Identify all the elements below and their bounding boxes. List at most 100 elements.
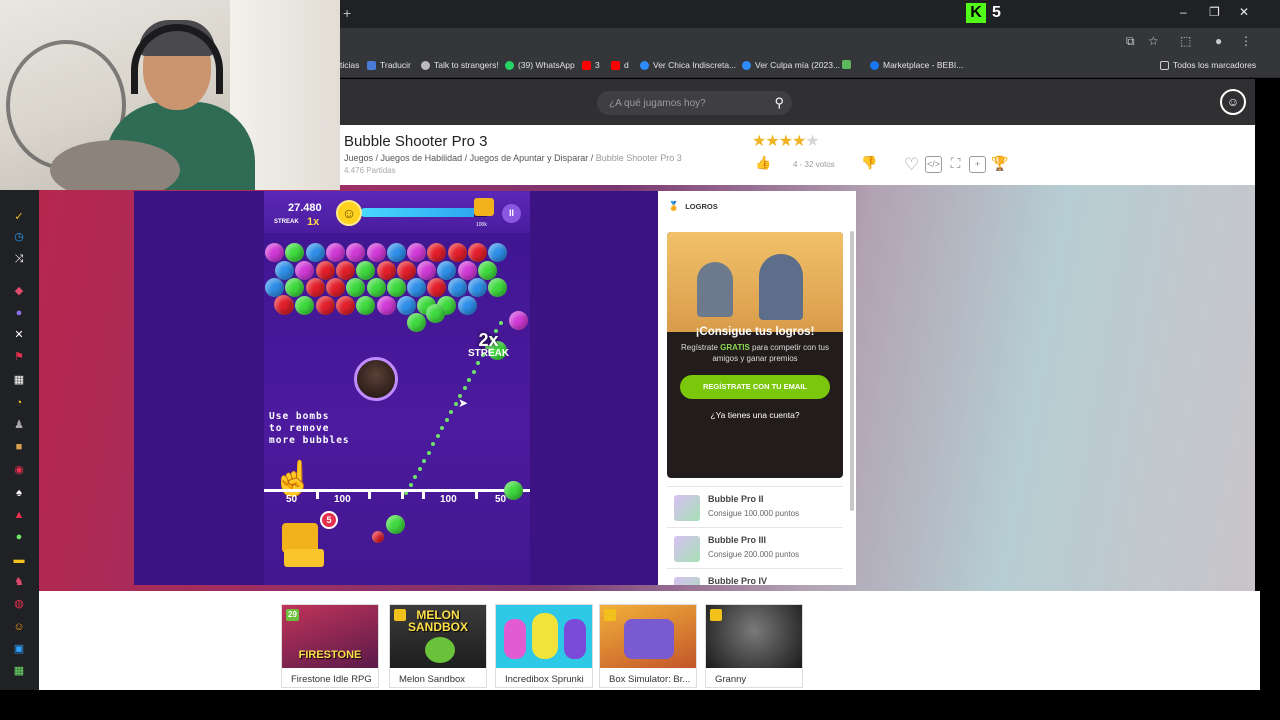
game-card[interactable]: FIRESTONE 29 Firestone Idle RPG — [281, 604, 379, 688]
user-account-icon[interactable]: ☺ — [1220, 89, 1246, 115]
rail-category-icon[interactable]: ◍ — [12, 597, 26, 611]
rail-category-icon[interactable]: ▦ — [12, 373, 26, 387]
new-tab-button[interactable]: + — [343, 5, 351, 21]
bubble — [386, 243, 406, 262]
bookmark-item[interactable] — [842, 60, 851, 69]
bookmark-item[interactable]: Talk to strangers! — [421, 60, 499, 70]
rail-category-icon[interactable]: ⚑ — [12, 350, 26, 364]
bookmark-item[interactable]: ticias — [340, 60, 359, 70]
favorite-heart-icon[interactable]: ♡ — [903, 156, 920, 173]
game-board[interactable]: 27.480 STREAK 1x ☺ 100k II 2x STREAK Use… — [264, 191, 530, 585]
add-to-list-icon[interactable]: + — [969, 156, 986, 173]
star-filled-icon[interactable]: ★ — [779, 133, 793, 150]
rail-check-icon[interactable]: ✓ — [12, 210, 26, 224]
game-card[interactable]: MELON SANDBOX Melon Sandbox — [389, 604, 487, 688]
game-card[interactable]: Granny — [705, 604, 803, 688]
bookmark-item[interactable]: Marketplace - BEBI... — [870, 60, 963, 70]
play-count: 4.476 Partidas — [344, 166, 396, 175]
bomb-powerup-button[interactable] — [276, 513, 324, 571]
all-bookmarks-folder[interactable]: Todos los marcadores — [1160, 60, 1256, 70]
rail-category-icon[interactable]: ☺ — [12, 620, 26, 634]
search-icon[interactable]: ⚲ — [774, 95, 784, 111]
edge-icon — [640, 60, 649, 70]
rail-category-icon[interactable]: ▦ — [12, 664, 26, 678]
thumbs-down-icon[interactable]: 👎 — [861, 155, 877, 171]
edge-icon — [742, 60, 751, 70]
breadcrumb-current: Bubble Shooter Pro 3 — [595, 153, 682, 163]
tutorial-tip: Use bombs to remove more bubbles — [269, 411, 350, 446]
bookmark-item[interactable]: d — [611, 60, 629, 70]
menu-icon[interactable]: ⋮ — [1240, 34, 1252, 48]
rail-category-icon[interactable]: ♞ — [12, 575, 26, 589]
game-card[interactable]: Box Simulator: Br... — [599, 604, 697, 688]
star-empty-icon[interactable]: ★ — [805, 133, 819, 150]
rail-category-icon[interactable]: ◔ — [12, 396, 26, 410]
profile-icon[interactable]: ● — [1215, 34, 1222, 48]
bubble — [366, 243, 386, 262]
star-filled-icon[interactable]: ★ — [752, 133, 766, 150]
embed-code-icon[interactable]: </> — [925, 156, 942, 173]
trophy-icon[interactable]: 🏆 — [991, 156, 1008, 173]
rail-category-icon[interactable]: ▬ — [12, 553, 26, 567]
star-filled-icon[interactable]: ★ — [765, 133, 779, 150]
login-link[interactable]: ¿Ya tienes una cuenta? — [667, 410, 843, 420]
gift-icon — [474, 198, 494, 216]
thumbs-up-icon[interactable]: 👍 — [755, 155, 771, 171]
achievement-item: Bubble Pro III Consigue 200.000 puntos — [667, 527, 843, 567]
bubble — [396, 295, 416, 315]
bubble — [426, 304, 445, 323]
bubble — [407, 278, 427, 297]
rail-category-icon[interactable]: ● — [12, 306, 26, 320]
minimize-button[interactable]: – — [1180, 5, 1187, 19]
game-card[interactable]: Incredibox Sprunki — [495, 604, 593, 688]
bubble — [407, 243, 427, 262]
bookmark-item[interactable]: 3 — [582, 60, 600, 70]
achievements-scrollbar[interactable] — [850, 231, 854, 511]
bubble — [417, 260, 437, 280]
mouse-cursor-icon: ➤ — [458, 396, 469, 410]
bubble — [275, 260, 294, 280]
bubble — [346, 243, 366, 262]
rail-category-icon[interactable]: ◉ — [12, 463, 26, 477]
achievements-header: 🏅 LOGROS — [668, 201, 718, 211]
pause-button[interactable]: II — [502, 204, 521, 223]
line-tick — [475, 489, 478, 499]
maximize-button[interactable]: ❐ — [1209, 5, 1220, 19]
star-filled-icon[interactable]: ★ — [792, 133, 806, 150]
rail-category-icon[interactable]: ■ — [12, 440, 26, 454]
related-games: FIRESTONE 29 Firestone Idle RPG MELON SA… — [39, 591, 1260, 690]
bookmark-item[interactable]: Ver Culpa mía (2023... — [742, 60, 840, 70]
star-rating[interactable]: ★★★★★ — [752, 131, 820, 151]
close-window-button[interactable]: ✕ — [1239, 5, 1249, 19]
viewer-count: 5 — [992, 4, 1001, 21]
rail-category-icon[interactable]: ● — [12, 530, 26, 544]
rail-shuffle-icon[interactable]: ⤨ — [12, 252, 26, 266]
breadcrumb-link[interactable]: Juegos de Apuntar y Disparar — [470, 153, 589, 163]
register-email-button[interactable]: REGÍSTRATE CON TU EMAIL — [680, 375, 830, 399]
bubble — [356, 295, 376, 315]
rail-category-icon[interactable]: ♠ — [12, 486, 26, 500]
bubble — [468, 278, 487, 297]
breadcrumb-link[interactable]: Juegos de Habilidad — [381, 153, 463, 163]
progress-fill — [360, 208, 475, 217]
browser-tabstrip: + K 5 – ❐ ✕ — [340, 0, 1280, 28]
install-app-icon[interactable]: ⧉ — [1126, 34, 1135, 49]
bookmark-item[interactable]: Traducir — [367, 60, 411, 70]
rail-category-icon[interactable]: ◆ — [12, 284, 26, 298]
extensions-icon[interactable]: ⬚ — [1180, 34, 1191, 48]
search-input[interactable] — [609, 95, 759, 111]
browser-toolbar: ⧉ ☆ ⬚ ● ⋮ — [340, 28, 1280, 54]
bookmark-item[interactable]: Ver Chica Indiscreta... — [640, 60, 736, 70]
rail-category-icon[interactable]: ▣ — [12, 642, 26, 656]
webcam-overlay — [0, 0, 340, 190]
rail-clock-icon[interactable]: ◷ — [12, 230, 26, 244]
game-frame[interactable]: 27.480 STREAK 1x ☺ 100k II 2x STREAK Use… — [134, 191, 658, 585]
bubble — [437, 260, 457, 280]
fullscreen-icon[interactable]: ⛶ — [947, 156, 964, 173]
bookmark-item[interactable]: (39) WhatsApp — [505, 60, 575, 70]
rail-category-icon[interactable]: ▲ — [12, 508, 26, 522]
rail-category-icon[interactable]: ✕ — [12, 328, 26, 342]
bookmark-star-icon[interactable]: ☆ — [1148, 34, 1159, 48]
rail-category-icon[interactable]: ♟ — [12, 418, 26, 432]
breadcrumb-link[interactable]: Juegos — [344, 153, 373, 163]
